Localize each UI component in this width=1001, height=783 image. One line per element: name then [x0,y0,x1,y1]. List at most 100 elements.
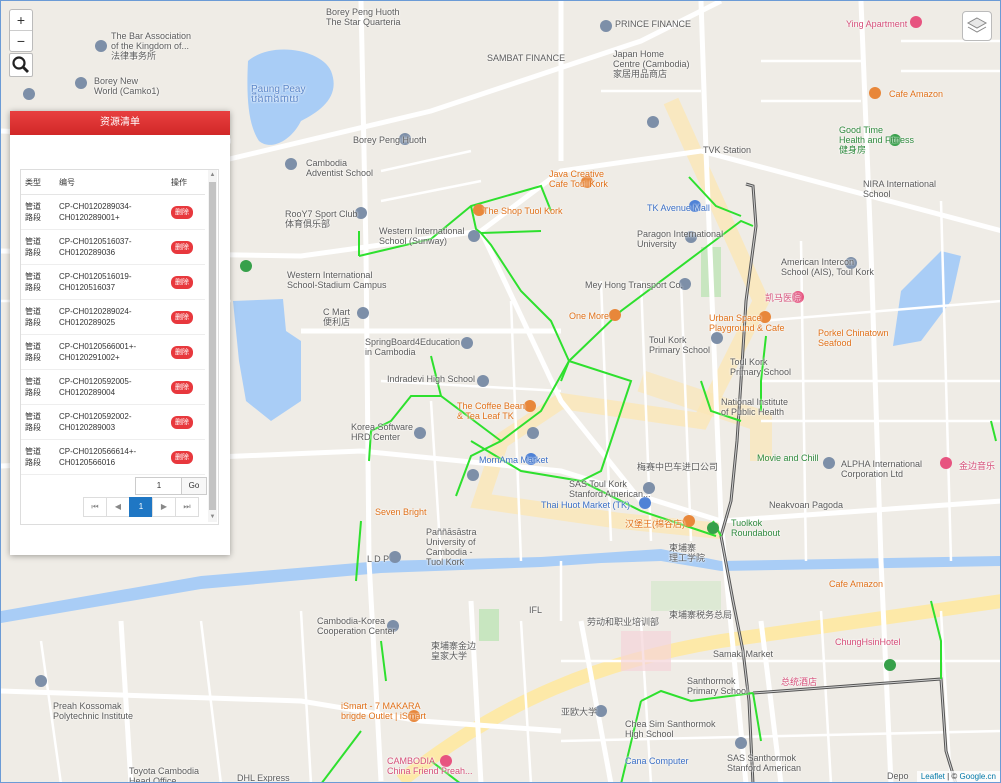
place-label: Borey New World (Camko1) [94,76,160,96]
place-label: Depo [887,771,909,781]
place-label: Cafe Amazon [829,579,884,589]
col-action-header: 操作 [167,170,205,195]
last-page-button[interactable]: ⏭ [175,497,199,517]
place-label: Cambodia-Korea Cooperation Center [317,616,396,636]
place-label: CAMBODIA China Friend Preah... [387,756,473,776]
delete-button[interactable]: 删除 [171,380,193,394]
place-label: Samaki Market [713,649,774,659]
place-label: Western International School (Sunway) [379,226,465,246]
place-label: 金边音乐 [959,461,996,471]
place-label: NIRA International School [863,179,937,199]
place-label: 亚欧大学 [561,707,598,717]
row-type: 管道 路段 [21,334,55,370]
page-go-button[interactable]: Go [181,477,207,495]
place-label: Paññāsāstra University of Cambodia - Tuo… [426,527,477,567]
place-label: 劳动和职业培训部 [587,617,660,627]
table-row[interactable]: 管道 路段 CP-CH0120592002- CH0120289003 删除 [21,404,205,440]
scroll-up-arrow[interactable]: ▲ [208,170,217,180]
row-action-cell: 删除 [167,264,205,300]
place-label: 凯马医院 [765,293,802,303]
scroll-down-arrow[interactable]: ▼ [208,512,217,522]
place-label: Neakvoan Pagoda [769,500,844,510]
place-label: iSmart - 7 MAKARA brigde Outlet | iSmart [341,701,426,721]
place-label: Western International School-Stadium Cam… [287,270,387,290]
resource-table-box: 类型 编号 操作 管道 路段 CP-CH0120289034- CH0120289… [20,169,219,525]
col-type-header: 类型 [21,170,55,195]
map-frame[interactable]: Borey Peng Huoth The Star Quarteria The B… [0,0,1001,783]
table-row[interactable]: 管道 路段 CP-CH0120566001+- CH0120291002+ 删除 [21,334,205,370]
place-label: DHL Express [237,773,290,783]
map-attribution: Leaflet | © Google.cn [916,771,1000,782]
table-row[interactable]: 管道 路段 CP-CH0120289034- CH0120289001+ 删除 [21,194,205,230]
leaflet-link[interactable]: Leaflet [921,772,945,781]
place-label: IFL [529,605,543,615]
place-label: TK Avenue Mall [647,203,710,213]
next-page-button[interactable]: ▶ [152,497,176,517]
place-label: Japan Home Centre (Cambodia) 家居用品商店 [613,49,690,79]
delete-button[interactable]: 删除 [171,310,193,324]
place-label: Korea Software HRD Center [351,422,414,442]
row-type: 管道 路段 [21,194,55,230]
place-label: 柬埔寨金边 皇家大学 [431,641,477,661]
place-label: 柬埔寨 理工学院 [669,543,706,563]
table-header: 类型 编号 操作 [21,170,205,195]
row-action-cell: 删除 [167,229,205,265]
layers-button[interactable] [962,11,992,41]
page-number-input[interactable]: 1 [135,477,183,495]
place-label: The Coffee Bean & Tea Leaf TK [457,401,525,421]
resource-table: 类型 编号 操作 管道 路段 CP-CH0120289034- CH0120289… [21,170,205,475]
place-label: Cafe Amazon [889,89,944,99]
delete-button[interactable]: 删除 [171,415,193,429]
table-row[interactable]: 管道 路段 CP-CH0120289024- CH0120289025 删除 [21,299,205,335]
zoom-in-button[interactable]: + [10,10,32,31]
place-label: MornAma Market [479,455,549,465]
row-type: 管道 路段 [21,299,55,335]
table-scrollbar[interactable]: ▲ ▼ [208,170,217,522]
place-label: Mey Hong Transport Co. [585,280,684,290]
place-label: PRINCE FINANCE [615,19,692,29]
prev-page-button[interactable]: ◀ [106,497,130,517]
current-page-button[interactable]: 1 [129,497,153,517]
place-label: American Intercon School (AIS), Toul Kor… [781,257,874,277]
delete-button[interactable]: 删除 [171,450,193,464]
resource-list-panel: 资源清单 类型 编号 操作 管道 路段 CP-CH0120289034- CH01… [10,111,230,555]
place-label: Seven Bright [375,507,427,517]
place-label: Cambodia Adventist School [306,158,374,178]
delete-button[interactable]: 删除 [171,205,193,219]
place-label: Santhormok Primary School [687,676,749,696]
place-label: National Institute of Public Health [721,397,789,417]
delete-button[interactable]: 删除 [171,240,193,254]
place-label: Good Time Health and Fitness 健身房 [839,125,915,155]
table-row[interactable]: 管道 路段 CP-CH0120516019- CH0120516037 删除 [21,264,205,300]
place-label: Thai Huot Market (TK) [541,500,631,510]
place-label: Urban Space Playground & Cafe [709,313,785,333]
table-row[interactable]: 管道 路段 CP-CH0120566614+- CH0120566016 删除 [21,439,205,475]
row-type: 管道 路段 [21,439,55,475]
scroll-thumb[interactable] [209,182,216,510]
row-type: 管道 路段 [21,264,55,300]
google-link[interactable]: Google.cn [960,772,996,781]
place-label: Toul Kork Primary School [730,357,792,377]
place-label: Preah Kossomak Polytechnic Institute [53,701,134,721]
table-row[interactable]: 管道 路段 CP-CH0120592005- CH0120289004 删除 [21,369,205,405]
delete-button[interactable]: 删除 [171,275,193,289]
place-label: Porkel Chinatown Seafood [818,328,889,348]
place-label: TVK Station [703,145,752,155]
delete-button[interactable]: 删除 [171,345,193,359]
layers-icon [966,17,988,33]
place-label: Toul Kork Primary School [649,335,711,355]
row-code: CP-CH0120289024- CH0120289025 [55,299,167,335]
place-label: Indradevi High School [387,374,476,384]
col-code-header: 编号 [55,170,167,195]
table-row[interactable]: 管道 路段 CP-CH0120516037- CH0120289036 删除 [21,229,205,265]
panel-title: 资源清单 [10,111,230,135]
park-block-3 [651,581,721,611]
place-label: Java Creative Cafe Toul Kork [549,169,608,189]
place-label: L D P [367,554,390,564]
row-action-cell: 删除 [167,369,205,405]
zoom-out-button[interactable]: − [10,31,32,51]
map-search-button[interactable] [9,53,33,77]
row-code: CP-CH0120566614+- CH0120566016 [55,439,167,475]
place-label: The Shop Tuol Kork [483,206,563,216]
first-page-button[interactable]: ⏮ [83,497,107,517]
